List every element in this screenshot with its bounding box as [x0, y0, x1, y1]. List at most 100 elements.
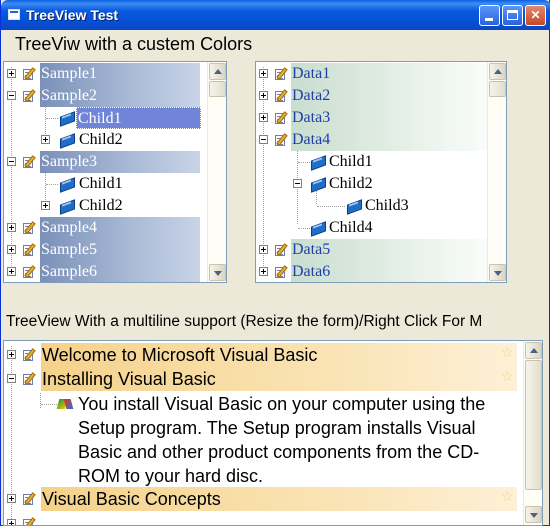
tree-node[interactable]: Child1 [4, 107, 209, 129]
note-pen-icon [22, 348, 36, 362]
node-label: Data4 [291, 129, 501, 151]
book-icon [310, 178, 326, 190]
expand-toggle[interactable] [41, 201, 50, 210]
tree-line [41, 404, 57, 405]
collapse-toggle[interactable] [259, 135, 268, 144]
vertical-scrollbar[interactable] [207, 62, 226, 282]
tree-custom-colors-right[interactable]: Data1 Data2 Data3 Data4 Child1 Child2 Ch… [255, 61, 507, 283]
expand-toggle[interactable] [259, 267, 268, 276]
node-label: Sample6 [40, 261, 200, 282]
multiline-caption: TreeView With a multiline support (Resiz… [6, 313, 483, 330]
expand-toggle[interactable] [259, 91, 268, 100]
star-icon[interactable]: ☆ [501, 488, 514, 505]
expand-toggle[interactable] [7, 245, 16, 254]
note-pen-icon [274, 133, 288, 147]
node-label: Data3 [291, 107, 501, 129]
expand-toggle[interactable] [259, 245, 268, 254]
minimize-button[interactable] [479, 5, 500, 26]
expand-toggle[interactable] [7, 350, 16, 359]
node-label: Data2 [291, 85, 501, 107]
star-icon[interactable]: ☆ [501, 344, 514, 361]
scroll-thumb[interactable] [209, 81, 226, 97]
tree-node[interactable]: Sample6 [4, 261, 209, 282]
tree-node[interactable]: Child1 [256, 151, 488, 173]
tree-node[interactable]: Welcome to Microsoft Visual Basic ☆ [4, 343, 524, 367]
star-icon[interactable]: ☆ [501, 368, 514, 385]
scroll-up-button[interactable] [525, 342, 542, 359]
scroll-down-button[interactable] [209, 264, 226, 281]
vertical-scrollbar[interactable] [487, 62, 506, 282]
scroll-down-button[interactable] [489, 264, 506, 281]
tree-custom-colors-left[interactable]: Sample1 Sample2 Child1 Child2 Sample3 Ch… [3, 61, 227, 283]
tree-node[interactable]: Sample4 [4, 217, 209, 239]
expand-toggle[interactable] [259, 113, 268, 122]
note-pen-icon [22, 372, 36, 386]
expand-toggle[interactable] [7, 519, 16, 525]
tree-node[interactable]: Sample1 [4, 63, 209, 85]
book-icon [59, 112, 75, 124]
scroll-thumb[interactable] [489, 81, 506, 97]
scroll-down-button[interactable] [525, 506, 542, 523]
collapse-toggle[interactable] [293, 179, 302, 188]
tree-multiline[interactable]: Welcome to Microsoft Visual Basic ☆ Inst… [3, 340, 543, 526]
tree-node[interactable]: Sample2 [4, 85, 209, 107]
node-label: Child2 [79, 131, 123, 148]
note-pen-icon [274, 111, 288, 125]
tree-node[interactable]: Child2 [256, 173, 488, 195]
close-button[interactable]: ✕ [525, 5, 546, 26]
tree-node-multiline[interactable]: You install Visual Basic on your compute… [4, 392, 524, 488]
node-label: Visual Basic Concepts [41, 487, 517, 511]
book-icon [59, 134, 75, 146]
scroll-up-button[interactable] [489, 63, 506, 80]
expand-toggle[interactable] [41, 135, 50, 144]
vb-logo-icon [58, 396, 74, 412]
note-pen-icon [22, 243, 36, 257]
node-label: Data5 [291, 239, 501, 261]
expand-toggle[interactable] [7, 69, 16, 78]
tree-node[interactable]: Sample5 [4, 239, 209, 261]
vertical-scrollbar[interactable] [523, 341, 542, 525]
tree-node[interactable]: Installing Visual Basic ☆ [4, 367, 524, 391]
expand-toggle[interactable] [7, 267, 16, 276]
tree-node[interactable]: Sample3 [4, 151, 209, 173]
expand-toggle[interactable] [259, 69, 268, 78]
maximize-button[interactable] [502, 5, 523, 26]
expand-toggle[interactable] [7, 223, 16, 232]
node-label: Sample5 [40, 239, 200, 261]
minimize-icon [485, 18, 493, 21]
window-icon[interactable] [8, 9, 20, 20]
title-bar[interactable]: TreeView Test ✕ [1, 0, 550, 30]
note-pen-icon [274, 67, 288, 81]
tree-node[interactable]: Data3 [256, 107, 501, 129]
book-icon [59, 178, 75, 190]
tree-node[interactable]: Child2 [4, 195, 209, 217]
tree-node-partial[interactable] [4, 512, 524, 525]
node-label: Sample2 [40, 85, 200, 107]
collapse-toggle[interactable] [7, 374, 16, 383]
scroll-thumb[interactable] [525, 360, 542, 490]
tree-node[interactable]: Child2 [4, 129, 209, 151]
window-title: TreeView Test [26, 7, 119, 23]
node-label: Child2 [329, 175, 373, 192]
note-pen-icon [22, 155, 36, 169]
node-label: Child2 [79, 197, 123, 214]
node-label: Welcome to Microsoft Visual Basic [41, 343, 517, 367]
note-pen-icon [274, 265, 288, 279]
expand-toggle[interactable] [7, 494, 16, 503]
node-label: Child4 [329, 219, 373, 236]
scroll-up-button[interactable] [209, 63, 226, 80]
tree-node[interactable]: Data5 [256, 239, 501, 261]
node-label: Child1 [79, 175, 123, 192]
tree-node[interactable]: Data2 [256, 85, 501, 107]
tree-node[interactable]: Data6 [256, 261, 501, 282]
note-pen-icon [274, 243, 288, 257]
tree-node[interactable]: Visual Basic Concepts ☆ [4, 487, 524, 511]
tree-node[interactable]: Child4 [256, 217, 488, 239]
tree-node[interactable]: Data1 [256, 63, 501, 85]
collapse-toggle[interactable] [7, 157, 16, 166]
tree-node[interactable]: Data4 [256, 129, 501, 151]
tree-node[interactable]: Child1 [4, 173, 209, 195]
tree-node[interactable]: Child3 [256, 195, 488, 217]
note-pen-icon [22, 89, 36, 103]
collapse-toggle[interactable] [7, 91, 16, 100]
